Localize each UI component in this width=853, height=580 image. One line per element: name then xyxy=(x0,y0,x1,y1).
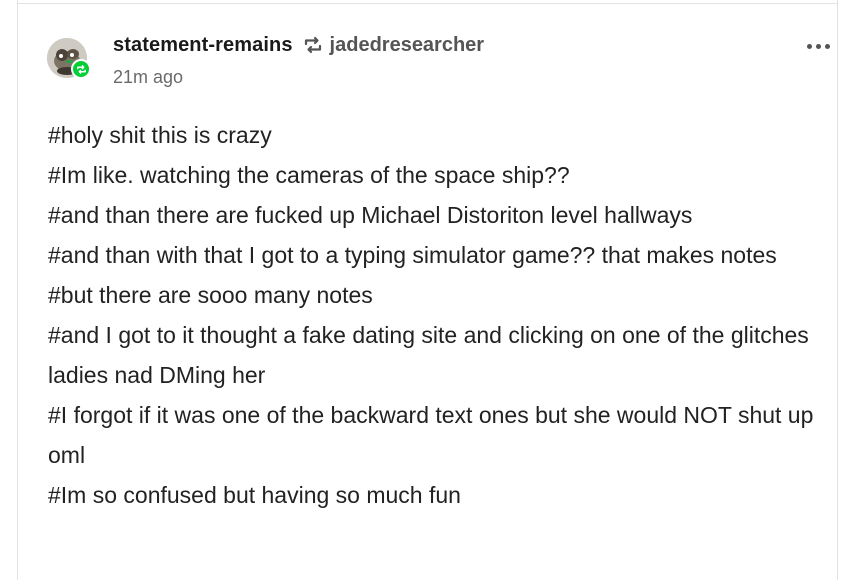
tag-link[interactable]: #I forgot if it was one of the backward … xyxy=(48,395,818,475)
tag-link[interactable]: #Im so confused but having so much fun xyxy=(48,475,818,515)
source-blog-link[interactable]: jadedresearcher xyxy=(330,34,485,57)
tag-list: #holy shit this is crazy #Im like. watch… xyxy=(48,115,818,515)
tag-link[interactable]: #holy shit this is crazy xyxy=(48,115,818,155)
tag-link[interactable]: #Im like. watching the cameras of the sp… xyxy=(48,155,818,195)
reblog-icon xyxy=(302,34,324,56)
blog-name-link[interactable]: statement-remains xyxy=(113,34,293,57)
tag-link[interactable]: #and than there are fucked up Michael Di… xyxy=(48,195,818,235)
reblog-badge-icon xyxy=(71,59,91,79)
post-header: statement-remains jadedresearcher xyxy=(113,33,484,57)
tag-link[interactable]: #and I got to it thought a fake dating s… xyxy=(48,315,818,395)
post-timestamp[interactable]: 21m ago xyxy=(113,67,183,88)
top-divider xyxy=(18,3,837,4)
tag-link[interactable]: #and than with that I got to a typing si… xyxy=(48,235,818,275)
post-card: statement-remains jadedresearcher 21m ag… xyxy=(17,0,838,580)
tag-link[interactable]: #but there are sooo many notes xyxy=(48,275,818,315)
more-options-icon[interactable] xyxy=(802,38,834,54)
